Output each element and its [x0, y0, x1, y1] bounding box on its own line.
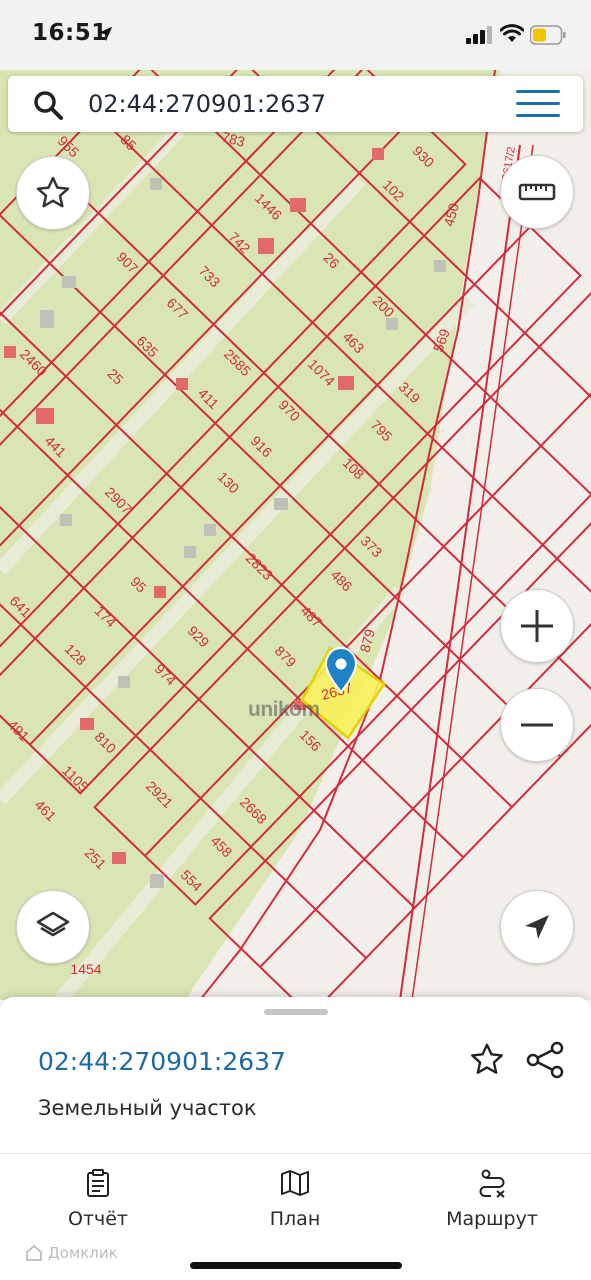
- tab-plan-label: План: [269, 1208, 321, 1230]
- brand-label: Домклик: [48, 1244, 118, 1262]
- parcel-cadastral-number: 02:44:270901:2637: [38, 1047, 286, 1076]
- search-bar[interactable]: 02:44:270901:2637: [8, 76, 583, 132]
- layers-button[interactable]: [16, 890, 90, 964]
- favorite-map-button[interactable]: [16, 156, 90, 230]
- tab-route[interactable]: Маршрут: [412, 1168, 572, 1230]
- domclick-logo-icon: [26, 1245, 42, 1261]
- search-icon[interactable]: [32, 89, 64, 121]
- navigation-arrow-icon: [525, 915, 549, 939]
- parcel-info-sheet[interactable]: 02:44:270901:2637 Земельный участок: [0, 997, 591, 1153]
- plus-icon: [521, 610, 553, 642]
- cadastral-map[interactable]: 2637 955 85 783 930 102 450 2617/2 1446 …: [0, 70, 591, 1000]
- brand-watermark: Домклик: [26, 1244, 118, 1262]
- share-icon[interactable]: [525, 1041, 565, 1079]
- location-arrow-icon: [97, 26, 113, 42]
- home-indicator[interactable]: [190, 1262, 402, 1269]
- search-input[interactable]: 02:44:270901:2637: [88, 90, 326, 118]
- layers-icon: [36, 911, 70, 937]
- map-icon: [281, 1170, 309, 1196]
- map-canvas[interactable]: 2637 955 85 783 930 102 450 2617/2 1446 …: [0, 70, 591, 1000]
- parcel-label: 1454: [70, 961, 101, 977]
- map-watermark: unikom: [248, 698, 320, 721]
- wifi-icon: [500, 24, 524, 42]
- clipboard-icon: [87, 1169, 109, 1197]
- parcel-type: Земельный участок: [38, 1096, 257, 1120]
- ruler-button[interactable]: [500, 155, 574, 229]
- tab-report[interactable]: Отчёт: [18, 1168, 178, 1230]
- status-bar: 16:51: [0, 0, 591, 70]
- sheet-drag-handle[interactable]: [264, 1009, 328, 1015]
- minus-icon: [521, 723, 553, 727]
- signal-icon: [466, 26, 492, 44]
- star-outline-icon[interactable]: [468, 1041, 506, 1079]
- zoom-out-button[interactable]: [500, 688, 574, 762]
- ruler-icon: [518, 183, 556, 201]
- tab-route-label: Маршрут: [446, 1208, 538, 1230]
- star-outline-icon: [36, 176, 70, 208]
- hamburger-menu-icon[interactable]: [516, 90, 560, 120]
- tab-plan[interactable]: План: [215, 1168, 375, 1230]
- route-icon: [479, 1169, 505, 1198]
- zoom-in-button[interactable]: [500, 589, 574, 663]
- battery-icon: [530, 25, 566, 45]
- tab-report-label: Отчёт: [67, 1208, 128, 1230]
- locate-me-button[interactable]: [500, 890, 574, 964]
